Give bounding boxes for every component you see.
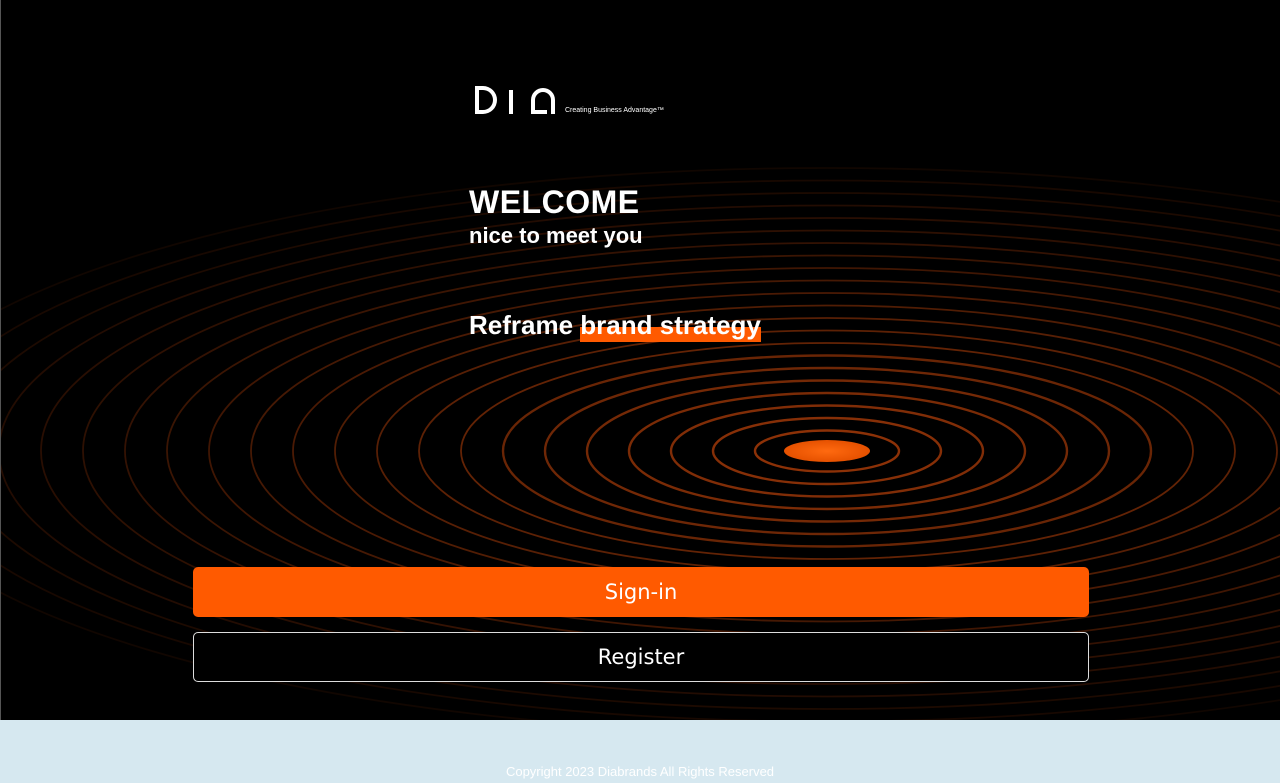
- brand-statement-highlight: brand strategy: [580, 308, 761, 342]
- register-button[interactable]: Register: [193, 632, 1089, 682]
- welcome-heading: WELCOME: [469, 184, 640, 220]
- dia-logo: Creating Business Advantage™: [471, 80, 664, 116]
- brand-statement-plain: Reframe: [469, 310, 581, 340]
- sign-in-button[interactable]: Sign-in: [193, 567, 1089, 617]
- dia-logo-mark: [475, 86, 555, 114]
- brand-tagline: Creating Business Advantage™: [565, 107, 664, 114]
- ripple-ring: [1, 204, 1280, 698]
- brand-statement-highlight-text: brand strategy: [580, 310, 761, 340]
- brand-statement: Reframe brand strategy: [469, 308, 761, 342]
- welcome-subtitle: nice to meet you: [469, 223, 643, 248]
- footer-copyright: Copyright 2023 Diabrands All Rights Rese…: [505, 764, 775, 779]
- hero-section: Creating Business Advantage™ WELCOME nic…: [0, 0, 1280, 720]
